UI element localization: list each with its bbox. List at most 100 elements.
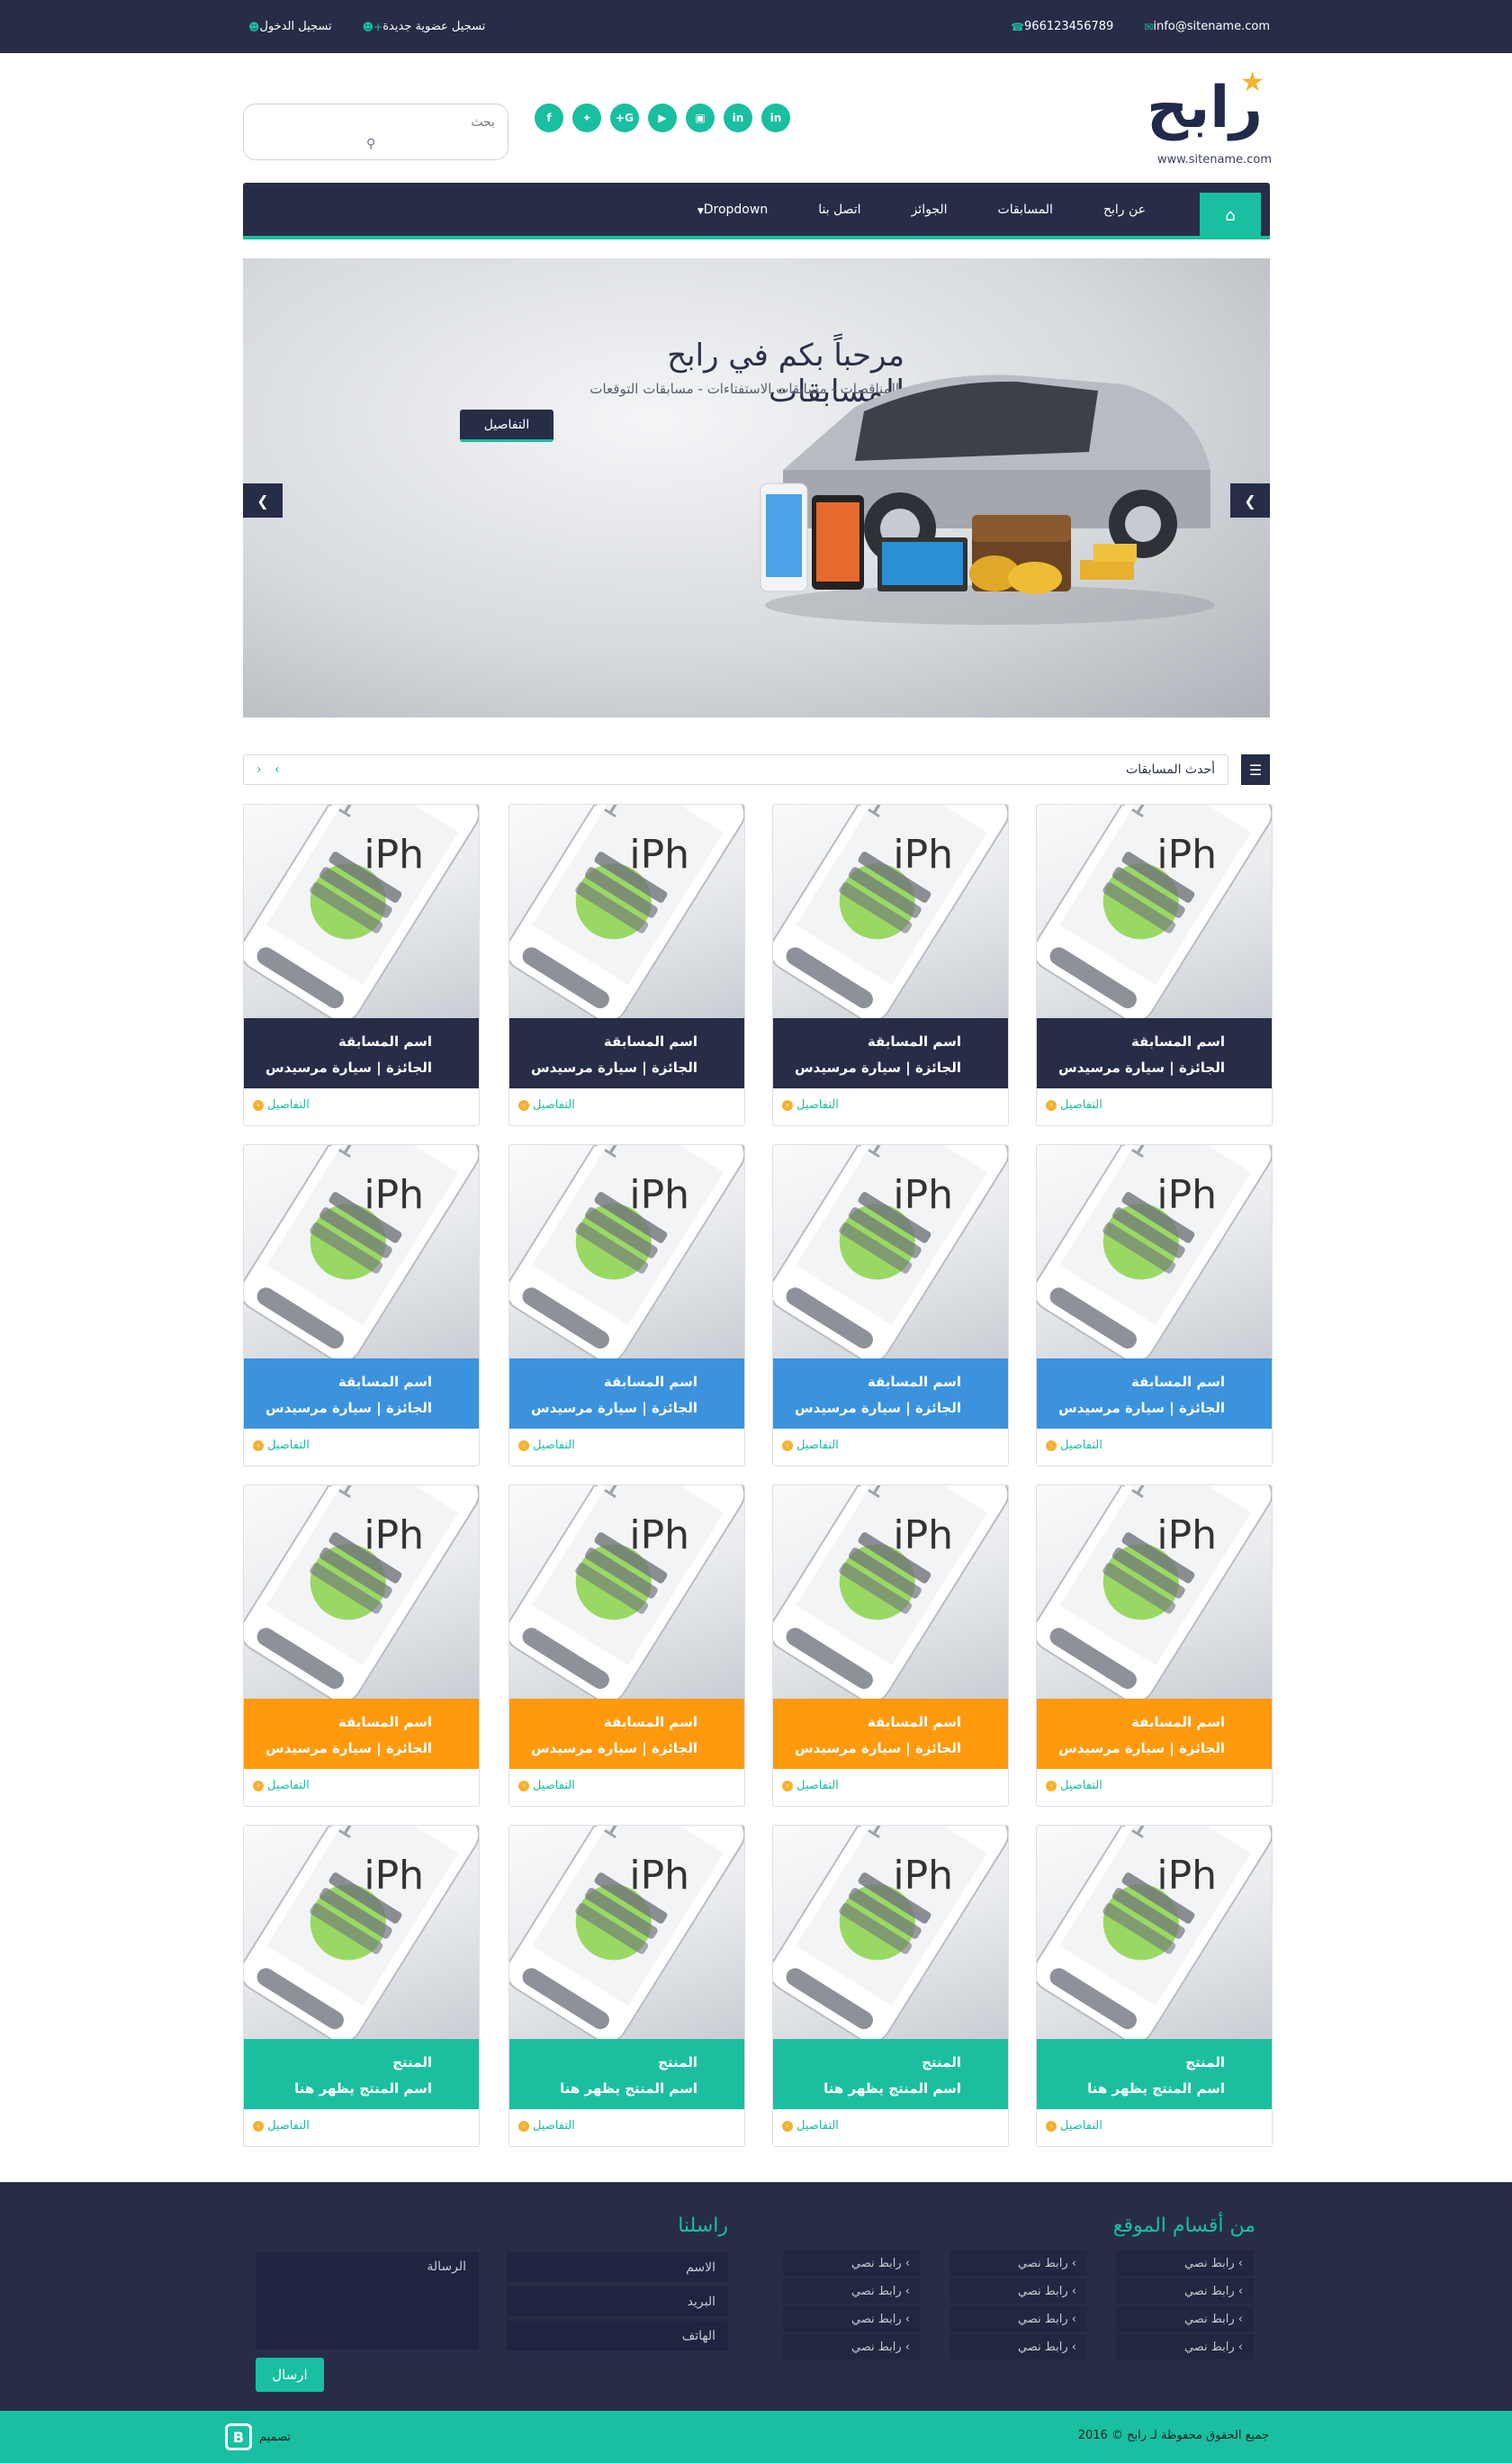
details-label[interactable]: التفاصيل (796, 1779, 839, 1792)
card-details-link[interactable]: ‹ التفاصيل (518, 1098, 575, 1112)
footer-link[interactable]: › رابط نصي (1116, 2251, 1254, 2276)
competition-card[interactable]: 9:41iPhالمنتجاسم المنتج يظهر هنا‹التفاصي… (1036, 1825, 1273, 2147)
competition-card[interactable]: 9:41iPhالمنتجاسم المنتج يظهر هنا‹التفاصي… (772, 1825, 1009, 2147)
name-field[interactable] (507, 2252, 728, 2282)
competition-card[interactable]: 9:41iPh اسم المسابقة الجائزة | سيارة مرسيد… (508, 1484, 745, 1807)
competition-card[interactable]: 9:41iPh اسم المسابقة الجائزة | سيارة مرسيد… (772, 1484, 1009, 1807)
message-field[interactable] (256, 2252, 479, 2350)
details-label[interactable]: التفاصيل (1060, 2119, 1102, 2133)
competition-card[interactable]: 9:41iPh اسم المسابقة الجائزة | سيارة مرسيد… (1036, 804, 1273, 1126)
login-link[interactable]: ☻ تسجيل الدخول (243, 20, 332, 33)
footer-link-text[interactable]: رابط نصي (1018, 2313, 1068, 2326)
competition-card[interactable]: 9:41iPh اسم المسابقة الجائزة | سيارة مرسيد… (508, 804, 745, 1126)
nav-contact[interactable]: اتصل بنا (793, 203, 886, 217)
details-label[interactable]: التفاصيل (533, 1439, 575, 1452)
email-field[interactable] (507, 2287, 728, 2316)
footer-link-text[interactable]: رابط نصي (851, 2257, 902, 2270)
footer-link-text[interactable]: رابط نصي (851, 2313, 902, 2326)
send-button[interactable]: ارسال (256, 2358, 324, 2392)
card-details-link[interactable]: ‹ التفاصيل (782, 1098, 839, 1112)
designer-credit[interactable]: تصميم B (225, 2423, 291, 2450)
competition-card[interactable]: 9:41iPh اسم المسابقة الجائزة | سيارة مرسيد… (243, 804, 480, 1126)
details-label[interactable]: التفاصيل (267, 1779, 310, 1792)
card-details-link[interactable]: ‹ التفاصيل (253, 1779, 310, 1792)
card-details-link[interactable]: ‹ التفاصيل (518, 1439, 575, 1452)
footer-link-text[interactable]: رابط نصي (851, 2285, 902, 2298)
nav-competitions[interactable]: المسابقات (973, 203, 1078, 217)
search-input[interactable] (261, 112, 495, 133)
phone-field[interactable] (507, 2321, 728, 2350)
facebook-icon[interactable]: f (535, 104, 563, 132)
competition-card[interactable]: 9:41iPh اسم المسابقة الجائزة | سيارة مرسيد… (772, 1144, 1009, 1466)
chevron-right-icon[interactable]: › (274, 762, 280, 777)
competition-card[interactable]: 9:41iPh اسم المسابقة الجائزة | سيارة مرسيد… (243, 1484, 480, 1807)
footer-link[interactable]: › رابط نصي (1116, 2278, 1254, 2304)
footer-link-text[interactable]: رابط نصي (1184, 2257, 1235, 2270)
home-icon[interactable]: ⌂ (1200, 193, 1261, 238)
footer-link[interactable]: › رابط نصي (783, 2306, 921, 2332)
details-label[interactable]: التفاصيل (796, 1439, 839, 1452)
card-details-link[interactable]: ‹ التفاصيل (253, 2119, 310, 2133)
footer-link[interactable]: › رابط نصي (783, 2334, 921, 2359)
card-details-link[interactable]: ‹ التفاصيل (782, 1439, 839, 1452)
instagram-icon[interactable]: ▣ (686, 104, 715, 132)
email-info[interactable]: ✉ info@sitename.com (1138, 20, 1270, 33)
google-plus-icon[interactable]: G+ (610, 104, 639, 132)
slider-next-arrow-icon[interactable]: ❯ (1230, 483, 1270, 518)
footer-link[interactable]: › رابط نصي (1116, 2334, 1254, 2359)
details-label[interactable]: التفاصيل (533, 1098, 575, 1112)
card-details-link[interactable]: ‹ التفاصيل (1046, 1098, 1102, 1112)
footer-link-text[interactable]: رابط نصي (1184, 2285, 1235, 2298)
footer-link-text[interactable]: رابط نصي (1184, 2313, 1235, 2326)
card-details-link[interactable]: ‹ التفاصيل (1046, 1439, 1102, 1452)
nav-about[interactable]: عن رابح (1078, 203, 1171, 217)
register-link[interactable]: ☻+ تسجيل عضوية جديدة (357, 20, 486, 33)
footer-link-text[interactable]: رابط نصي (1018, 2341, 1068, 2354)
card-details-link[interactable]: ‹ التفاصيل (253, 1439, 310, 1452)
footer-link-text[interactable]: رابط نصي (851, 2341, 902, 2354)
footer-link[interactable]: › رابط نصي (950, 2306, 1087, 2332)
competition-card[interactable]: 9:41iPhالمنتجاسم المنتج يظهر هنا‹التفاصي… (243, 1825, 480, 2147)
details-label[interactable]: التفاصيل (796, 1098, 839, 1112)
details-label[interactable]: التفاصيل (267, 2119, 310, 2133)
card-details-link[interactable]: ‹ التفاصيل (782, 2119, 839, 2133)
card-details-link[interactable]: ‹ التفاصيل (518, 2119, 575, 2133)
details-label[interactable]: التفاصيل (267, 1098, 310, 1112)
slider-details-button[interactable]: التفاصيل (460, 410, 554, 442)
details-label[interactable]: التفاصيل (1060, 1098, 1102, 1112)
linkedin-icon-2[interactable]: in (761, 104, 790, 132)
twitter-icon[interactable]: ✦ (572, 104, 601, 132)
footer-link[interactable]: › رابط نصي (1116, 2306, 1254, 2332)
footer-link[interactable]: › رابط نصي (950, 2334, 1087, 2359)
site-logo[interactable]: ★ رابح www.sitename.com (1147, 61, 1272, 171)
details-label[interactable]: التفاصيل (533, 1779, 575, 1792)
list-icon[interactable]: ☰ (1241, 754, 1270, 785)
youtube-icon[interactable]: ▶ (648, 104, 677, 132)
nav-dropdown[interactable]: ▼Dropdown (667, 203, 793, 217)
nav-prizes[interactable]: الجوائز (886, 203, 973, 217)
footer-link[interactable]: › رابط نصي (950, 2251, 1087, 2276)
details-label[interactable]: التفاصيل (1060, 1439, 1102, 1452)
footer-link[interactable]: › رابط نصي (950, 2278, 1087, 2304)
competition-card[interactable]: 9:41iPh اسم المسابقة الجائزة | سيارة مرسيد… (1036, 1144, 1273, 1466)
footer-link-text[interactable]: رابط نصي (1184, 2341, 1235, 2354)
competition-card[interactable]: 9:41iPh اسم المسابقة الجائزة | سيارة مرسيد… (772, 804, 1009, 1126)
details-label[interactable]: التفاصيل (533, 2119, 575, 2133)
footer-link[interactable]: › رابط نصي (783, 2251, 921, 2276)
slider-prev-arrow-icon[interactable]: ❯ (243, 483, 283, 518)
card-details-link[interactable]: ‹ التفاصيل (518, 1779, 575, 1792)
competition-card[interactable]: 9:41iPh اسم المسابقة الجائزة | سيارة مرسيد… (1036, 1484, 1273, 1807)
footer-link[interactable]: › رابط نصي (783, 2278, 921, 2304)
details-label[interactable]: التفاصيل (796, 2119, 839, 2133)
linkedin-icon[interactable]: in (724, 104, 752, 132)
details-label[interactable]: التفاصيل (1060, 1779, 1102, 1792)
footer-link-text[interactable]: رابط نصي (1018, 2285, 1068, 2298)
search-icon[interactable]: ⚲ (366, 137, 375, 151)
details-label[interactable]: التفاصيل (267, 1439, 310, 1452)
competition-card[interactable]: 9:41iPh اسم المسابقة الجائزة | سيارة مرسيد… (508, 1144, 745, 1466)
competition-card[interactable]: 9:41iPhالمنتجاسم المنتج يظهر هنا‹التفاصي… (508, 1825, 745, 2147)
chevron-left-icon[interactable]: ‹ (256, 762, 262, 777)
card-details-link[interactable]: ‹ التفاصيل (253, 1098, 310, 1112)
footer-link-text[interactable]: رابط نصي (1018, 2257, 1068, 2270)
card-details-link[interactable]: ‹ التفاصيل (1046, 1779, 1102, 1792)
